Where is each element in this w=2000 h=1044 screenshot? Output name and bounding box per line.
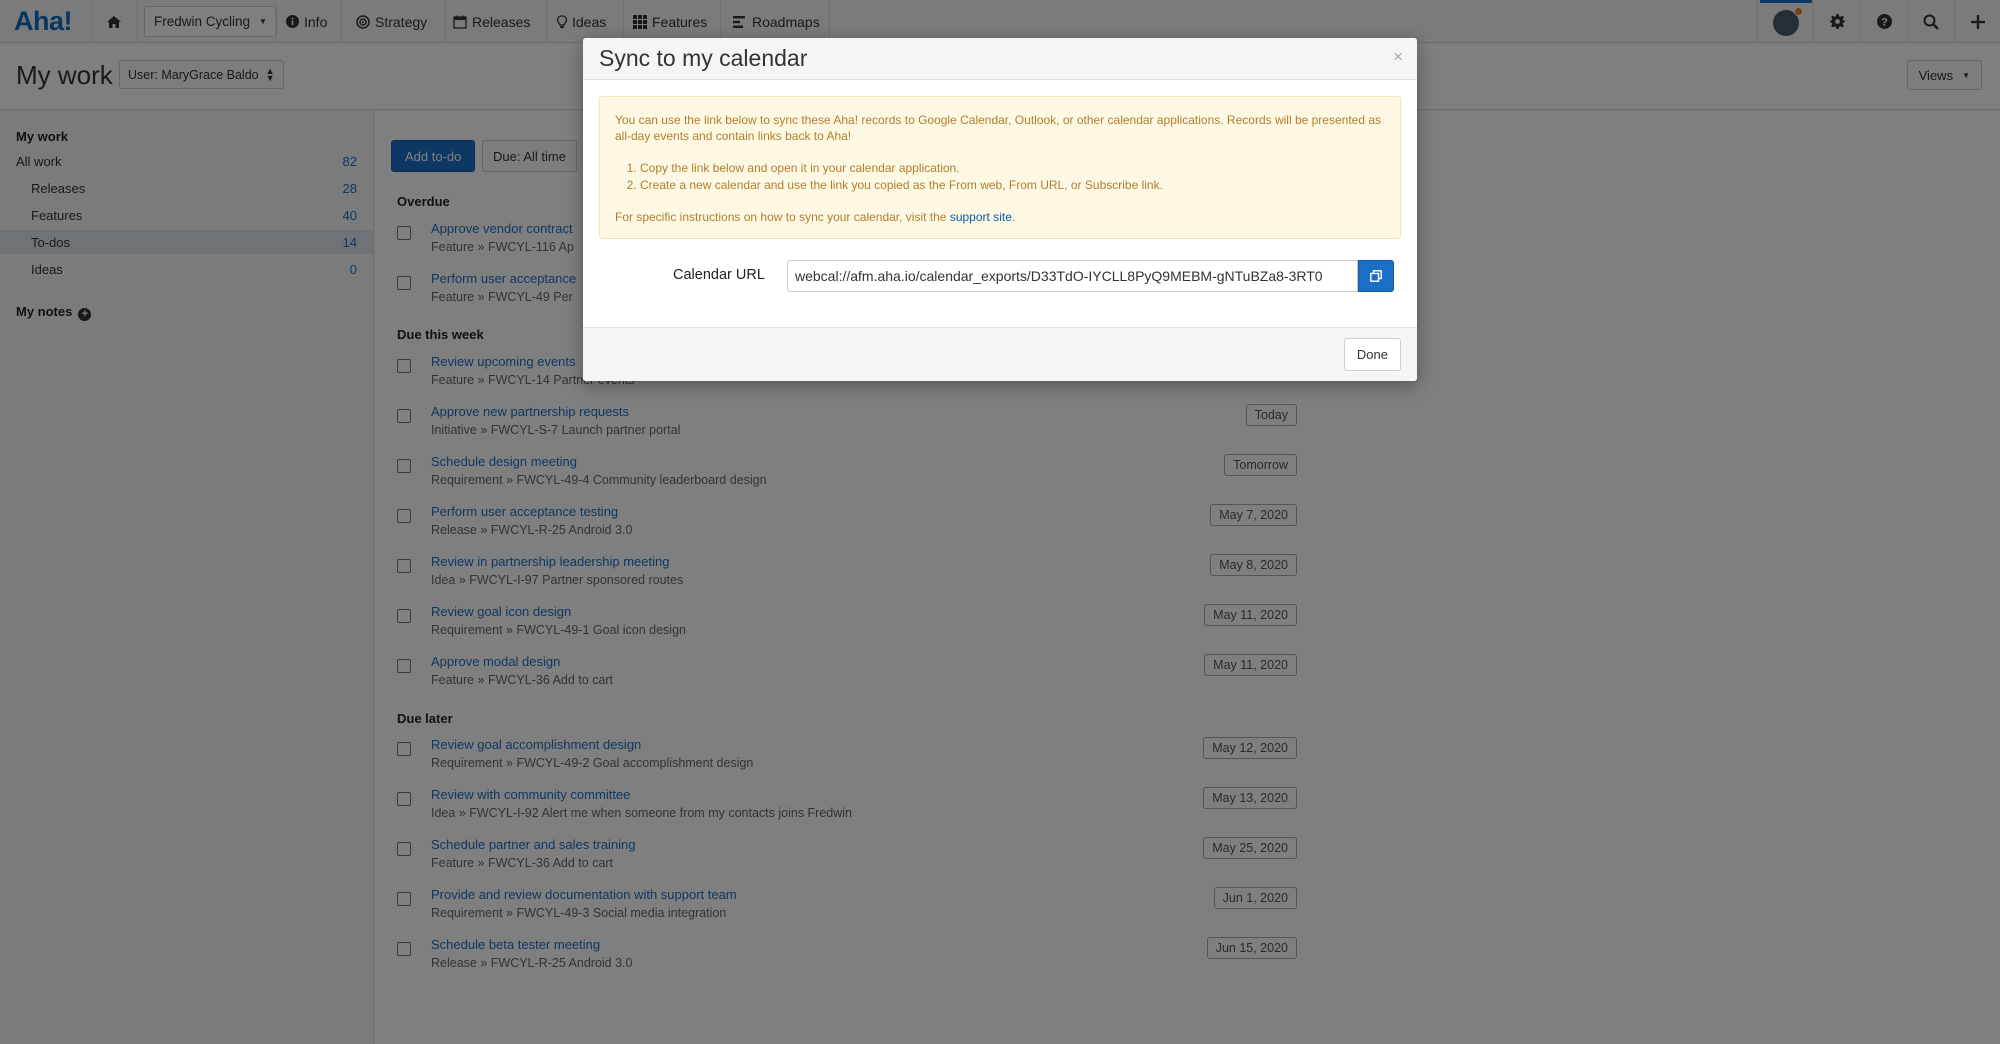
sync-calendar-modal: Sync to my calendar × You can use the li… [583,38,1417,381]
support-site-link[interactable]: support site [950,210,1012,224]
done-button[interactable]: Done [1343,338,1401,371]
modal-footer: Done [583,327,1417,381]
modal-title: Sync to my calendar [599,45,808,71]
notice-intro: You can use the link below to sync these… [615,113,1382,143]
copy-url-button[interactable] [1358,260,1394,292]
copy-icon [1370,270,1382,282]
notice-step: Create a new calendar and use the link y… [640,177,1163,193]
calendar-url-input[interactable] [787,260,1358,292]
calendar-url-label: Calendar URL [673,267,765,283]
notice-instructions: For specific instructions on how to sync… [615,209,1015,225]
sync-info-notice: You can use the link below to sync these… [599,96,1401,239]
instructions-text: For specific instructions on how to sync… [615,210,950,224]
notice-step: Copy the link below and open it in your … [640,160,1163,176]
close-icon[interactable]: × [1393,47,1403,67]
notice-steps: Copy the link below and open it in your … [640,160,1163,194]
instructions-end: . [1011,210,1016,224]
modal-header: Sync to my calendar × [583,38,1417,80]
